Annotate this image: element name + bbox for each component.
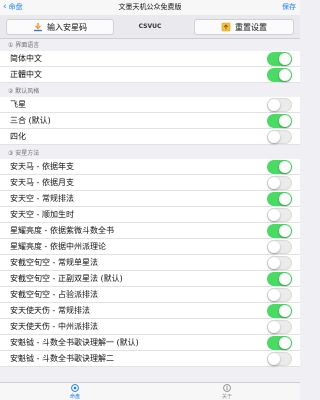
list-item[interactable]: 四化 [0,129,300,145]
list-item[interactable]: 安截空旬空 - 占验派排法 [0,287,300,303]
navigation-bar: ‹ 命盘 文墨天机公众免费版 保存 [0,0,300,15]
reset-settings-button[interactable]: 重置设置 [194,19,294,35]
list-item[interactable]: 三合 (默认) [0,113,300,129]
section-header-star-method: ③ 安星方法 [8,150,40,157]
tab-about-label: 关于 [221,394,232,400]
list-item[interactable]: 安魁钺 - 斗数全书歌诀理解一 (默认) [0,335,300,351]
tab-chart[interactable]: 命盘 [55,384,95,400]
toggle-switch[interactable] [267,335,292,350]
toggle-switch[interactable] [267,51,292,66]
list-item[interactable]: 安魁钺 - 斗数全书歌诀理解二 [0,351,300,367]
row-label: 简体中文 [10,54,42,63]
list-item[interactable]: 安天马 - 依据年支 [0,159,300,175]
row-label: 四化 [10,132,26,141]
row-label: 飞星 [10,100,26,109]
toggle-switch[interactable] [267,67,292,82]
list-item[interactable]: 正體中文 [0,67,300,83]
list-item[interactable]: 安截空旬空 - 常规单星法 [0,255,300,271]
toggle-switch[interactable] [267,223,292,238]
toggle-switch[interactable] [267,113,292,128]
input-star-code-button[interactable]: 输入安星码 [6,19,114,35]
toggle-switch[interactable] [267,319,292,334]
toggle-switch[interactable] [267,97,292,112]
toggle-switch[interactable] [267,271,292,286]
list-item[interactable]: 星耀亮度 - 依据中州派理论 [0,239,300,255]
row-label: 安天使天伤 - 中州派排法 [10,322,98,331]
toggle-switch[interactable] [267,239,292,254]
section-header-style: ② 默认风格 [8,88,40,95]
row-label: 安天马 - 依据月支 [10,178,74,187]
list-item[interactable]: 安天使天伤 - 常规排法 [0,303,300,319]
row-label: 安天空 - 顺加生时 [10,210,74,219]
row-label: 星耀亮度 - 依据紫微斗数全书 [10,226,114,235]
chart-icon [71,384,79,392]
list-item[interactable]: 星耀亮度 - 依据紫微斗数全书 [0,223,300,239]
row-label: 安天马 - 依据年支 [10,162,74,171]
save-button[interactable]: 保存 [282,0,296,15]
section-header-language: ① 界面语言 [8,42,40,49]
toggle-switch[interactable] [267,207,292,222]
row-label: 安截空旬空 - 正副双星法 (默认) [10,274,123,283]
list-item[interactable]: 安天空 - 常规排法 [0,191,300,207]
toggle-switch[interactable] [267,159,292,174]
list-item[interactable]: 安天使天伤 - 中州派排法 [0,319,300,335]
page-title: 文墨天机公众免费版 [118,3,182,11]
toggle-switch[interactable] [267,303,292,318]
toggle-switch[interactable] [267,191,292,206]
list-item[interactable]: 安天空 - 顺加生时 [0,207,300,223]
toggle-switch[interactable] [267,255,292,270]
row-label: 安截空旬空 - 常规单星法 [10,258,98,267]
row-label: 安天空 - 常规排法 [10,194,74,203]
row-label: 安截空旬空 - 占验派排法 [10,290,98,299]
input-star-code-label: 输入安星码 [47,22,87,32]
settings-list[interactable]: ① 界面语言 简体中文 正體中文 ② 默认风格 飞星 三合 (默认) 四化 ③ … [0,39,300,382]
settings-toolbar: 输入安星码 CSVUC 重置设置 [0,15,300,39]
download-icon [33,22,43,32]
toggle-switch[interactable] [267,287,292,302]
tab-chart-label: 命盘 [69,394,80,400]
list-item[interactable]: 安天马 - 依据月支 [0,175,300,191]
info-icon [223,384,231,392]
toggle-switch[interactable] [267,175,292,190]
reset-settings-label: 重置设置 [235,22,267,32]
toggle-switch[interactable] [267,129,292,144]
row-label: 星耀亮度 - 依据中州派理论 [10,242,106,251]
toggle-switch[interactable] [267,351,292,366]
list-item[interactable]: 安截空旬空 - 正副双星法 (默认) [0,271,300,287]
row-label: 三合 (默认) [10,116,51,125]
row-label: 安魁钺 - 斗数全书歌诀理解二 [10,354,114,363]
list-item[interactable]: 飞星 [0,97,300,113]
tab-bar: 命盘 关于 [0,382,300,400]
row-label: 安天使天伤 - 常规排法 [10,306,90,315]
tab-about[interactable]: 关于 [207,384,247,400]
row-label: 正體中文 [10,70,42,79]
row-label: 安魁钺 - 斗数全书歌诀理解一 (默认) [10,338,139,347]
reset-icon [221,22,231,32]
list-item[interactable]: 简体中文 [0,51,300,67]
